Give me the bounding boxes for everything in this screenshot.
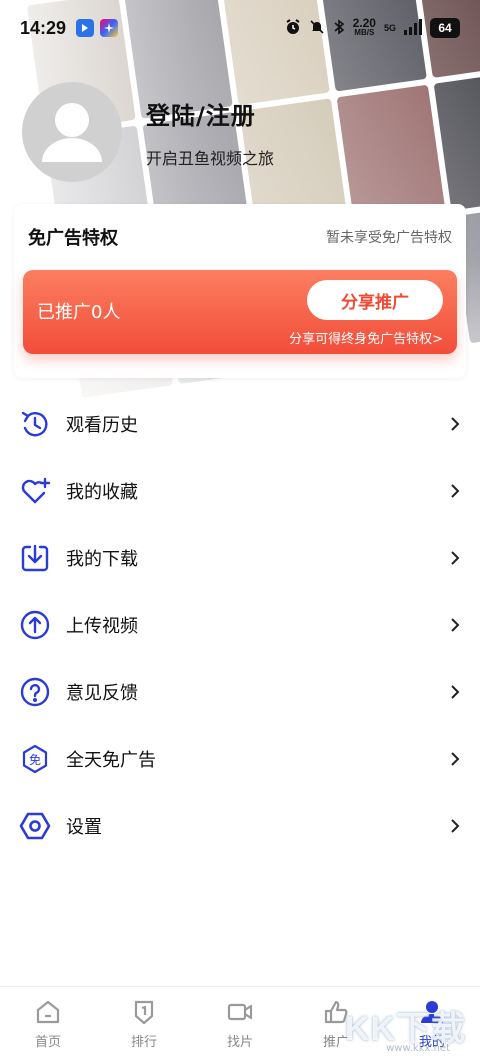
nav-find[interactable]: 找片 — [192, 987, 288, 1056]
mute-icon — [309, 19, 325, 38]
heart-plus-icon — [18, 474, 52, 508]
ad-free-icon: 免 — [18, 742, 52, 776]
adfree-card: 免广告特权 暂未享受免广告特权 已推广0人 分享推广 分享可得终身免广告特权> — [14, 204, 466, 378]
profile-subtitle: 开启丑鱼视频之旅 — [146, 148, 275, 168]
menu-item-favorites[interactable]: 我的收藏 — [0, 457, 480, 524]
chevron-right-icon — [450, 684, 464, 699]
avatar[interactable] — [22, 82, 122, 182]
chevron-right-icon — [450, 818, 464, 833]
menu-label: 全天免广告 — [66, 749, 156, 771]
signal-icon — [404, 18, 422, 38]
promo-count: 已推广0人 — [37, 302, 121, 323]
promo-banner[interactable]: 已推广0人 分享推广 分享可得终身免广告特权> — [23, 270, 457, 354]
menu-label: 我的下载 — [66, 548, 138, 570]
menu-item-adfree[interactable]: 免 全天免广告 — [0, 725, 480, 792]
menu-label: 我的收藏 — [66, 481, 138, 503]
menu-label: 观看历史 — [66, 414, 138, 436]
download-icon — [18, 541, 52, 575]
nav-home[interactable]: 首页 — [0, 987, 96, 1056]
watermark-url: www.kkx.net — [386, 1043, 450, 1054]
chevron-right-icon — [450, 416, 464, 431]
adfree-title: 免广告特权 — [28, 228, 118, 249]
profile-header[interactable]: 登陆/注册 开启丑鱼视频之旅 — [22, 82, 274, 182]
network-speed: 2.20 MB/S — [352, 16, 376, 37]
network-type: 5G — [383, 23, 396, 33]
app-notification-icon — [76, 19, 95, 37]
app-notification-icon — [100, 19, 119, 37]
chevron-right-icon — [450, 617, 464, 632]
menu-item-downloads[interactable]: 我的下载 — [0, 524, 480, 591]
svg-text:免: 免 — [29, 752, 41, 767]
ranking-icon — [129, 997, 159, 1027]
upload-icon — [18, 608, 52, 642]
share-promo-button[interactable]: 分享推广 — [307, 280, 443, 320]
nav-ranking[interactable]: 排行 — [96, 987, 192, 1056]
status-bar: 14:29 2.20 MB/S 5G 64 — [0, 0, 480, 56]
status-time: 14:29 — [20, 17, 67, 38]
nav-label: 找片 — [226, 1035, 253, 1050]
home-icon — [33, 997, 63, 1027]
settings-icon — [18, 809, 52, 843]
chevron-right-icon — [450, 550, 464, 565]
menu-label: 意见反馈 — [66, 682, 138, 704]
menu-label: 上传视频 — [66, 615, 138, 637]
video-camera-icon — [225, 997, 255, 1027]
alarm-icon — [285, 18, 301, 38]
menu-item-settings[interactable]: 设置 — [0, 792, 480, 859]
bluetooth-icon — [333, 18, 345, 38]
menu-list: 观看历史 我的收藏 我的下载 上传视频 意见反馈 免 全天免广告 设置 — [0, 390, 480, 859]
question-icon — [18, 675, 52, 709]
login-register-link[interactable]: 登陆/注册 — [146, 96, 274, 131]
adfree-status: 暂未享受免广告特权 — [326, 230, 452, 246]
menu-item-feedback[interactable]: 意见反馈 — [0, 658, 480, 725]
menu-label: 设置 — [66, 816, 102, 838]
history-icon — [18, 407, 52, 441]
chevron-right-icon — [450, 751, 464, 766]
default-user-icon — [42, 103, 102, 162]
promo-tip-link[interactable]: 分享可得终身免广告特权> — [289, 328, 443, 347]
nav-label: 排行 — [130, 1035, 157, 1050]
menu-item-history[interactable]: 观看历史 — [0, 390, 480, 457]
nav-label: 首页 — [34, 1035, 61, 1050]
chevron-right-icon — [450, 483, 464, 498]
menu-item-upload[interactable]: 上传视频 — [0, 591, 480, 658]
battery-indicator: 64 — [430, 18, 460, 38]
